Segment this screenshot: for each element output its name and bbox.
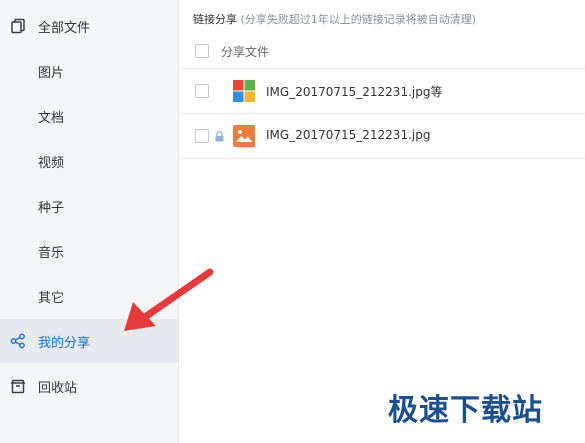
trash-icon <box>11 379 25 394</box>
main-panel: 链接分享 (分享失败超过1年以上的链接记录将被自动清理) 分享文件 IMG_20… <box>179 0 585 443</box>
table-row[interactable]: IMG_20170715_212231.jpg <box>179 114 585 159</box>
row-checkbox[interactable] <box>195 84 209 98</box>
multi-file-icon <box>233 80 255 102</box>
select-all-checkbox[interactable] <box>195 44 209 58</box>
sidebar-item-label: 我的分享 <box>38 335 91 351</box>
sidebar: 全部文件 图片 文档 视频 种子 音乐 其它 我的分享 回收站 <box>0 0 179 443</box>
image-file-icon <box>233 125 255 147</box>
section-subtitle: (分享失败超过1年以上的链接记录将被自动清理) <box>240 13 477 26</box>
share-icon <box>10 333 25 349</box>
column-header-share-file: 分享文件 <box>221 45 270 59</box>
sidebar-item-recycle-bin[interactable]: 回收站 <box>0 364 178 408</box>
sidebar-item-label: 回收站 <box>38 380 78 396</box>
table-row[interactable]: IMG_20170715_212231.jpg等 <box>179 69 585 114</box>
file-name[interactable]: IMG_20170715_212231.jpg <box>266 128 430 142</box>
sidebar-item-all-files[interactable]: 全部文件 <box>0 4 178 48</box>
sidebar-item-music[interactable]: 音乐 <box>0 229 178 273</box>
row-checkbox[interactable] <box>195 129 209 143</box>
sidebar-item-label: 种子 <box>38 200 65 216</box>
sidebar-item-videos[interactable]: 视频 <box>0 139 178 183</box>
sidebar-item-torrents[interactable]: 种子 <box>0 184 178 228</box>
sidebar-item-images[interactable]: 图片 <box>0 49 178 93</box>
sidebar-item-label: 全部文件 <box>38 20 91 36</box>
sidebar-item-label: 音乐 <box>38 245 65 261</box>
watermark-logo: 极速下载站 <box>388 393 543 428</box>
sidebar-item-other[interactable]: 其它 <box>0 274 178 318</box>
sidebar-item-label: 视频 <box>38 155 65 171</box>
section-title: 链接分享 <box>193 13 237 26</box>
section-header: 链接分享 (分享失败超过1年以上的链接记录将被自动清理) <box>193 11 476 27</box>
lock-icon <box>215 131 224 142</box>
sidebar-item-label: 图片 <box>38 65 65 81</box>
table-header: 分享文件 <box>179 34 585 69</box>
file-copy-icon <box>11 18 25 34</box>
sidebar-item-label: 文档 <box>38 110 65 126</box>
file-name[interactable]: IMG_20170715_212231.jpg等 <box>266 83 442 100</box>
sidebar-item-documents[interactable]: 文档 <box>0 94 178 138</box>
sidebar-item-label: 其它 <box>38 290 65 306</box>
sidebar-item-my-shares[interactable]: 我的分享 <box>0 319 178 363</box>
